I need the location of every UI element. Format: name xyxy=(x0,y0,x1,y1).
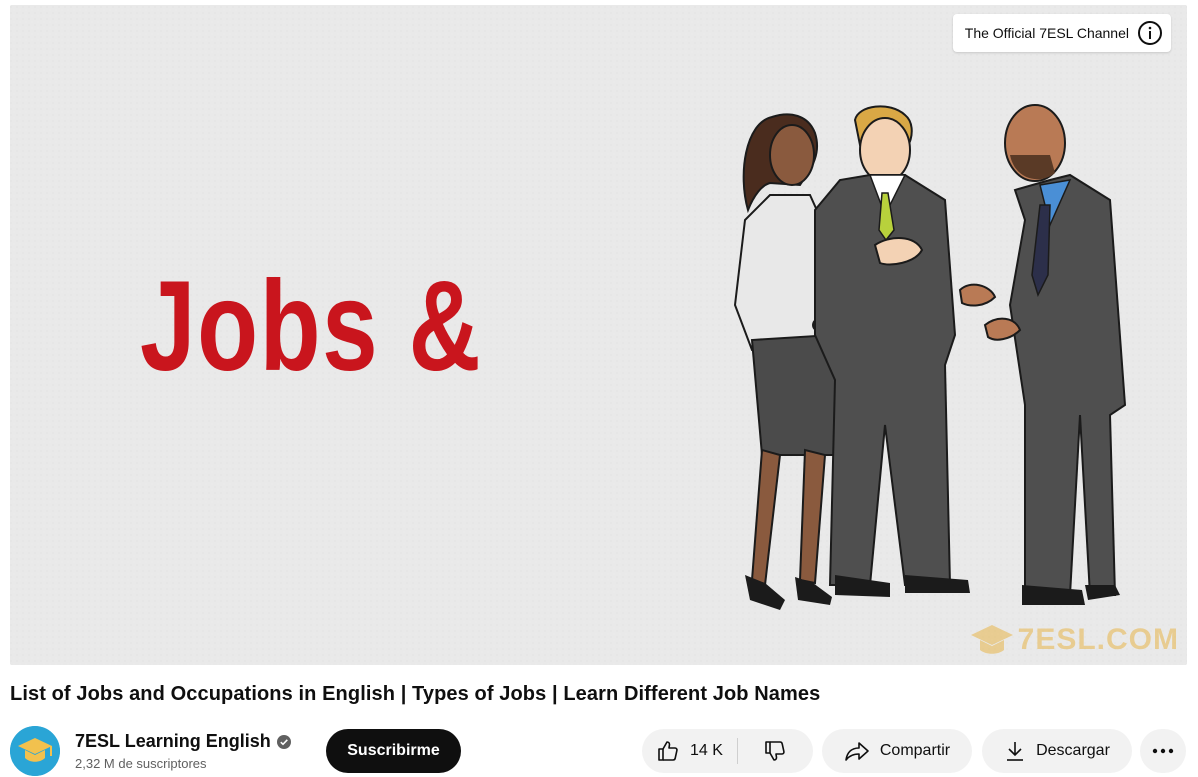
channel-owner-row: 7ESL Learning English 2,32 M de suscript… xyxy=(10,726,291,776)
video-title: List of Jobs and Occupations in English … xyxy=(10,683,821,705)
video-player[interactable]: Jobs & The Official 7ESL Channel 7ESL.CO… xyxy=(10,5,1187,665)
share-label: Compartir xyxy=(879,742,951,759)
info-icon[interactable] xyxy=(1137,20,1163,46)
download-button[interactable]: Descargar xyxy=(982,729,1132,773)
share-button[interactable]: Compartir xyxy=(822,729,972,773)
thumbs-up-icon xyxy=(656,739,680,763)
like-dislike-group: 14 K xyxy=(642,729,813,773)
channel-name-link[interactable]: 7ESL Learning English xyxy=(75,731,271,752)
watermark-text: 7ESL.COM xyxy=(1017,623,1179,656)
watermark: 7ESL.COM xyxy=(970,623,1179,657)
channel-name-row: 7ESL Learning English xyxy=(75,731,291,752)
check-circle-icon xyxy=(276,734,291,749)
graduation-cap-icon xyxy=(970,623,1014,657)
channel-card-chip[interactable]: The Official 7ESL Channel xyxy=(952,14,1171,52)
like-count: 14 K xyxy=(690,742,723,759)
video-frame-headline: Jobs & xyxy=(140,255,483,398)
download-label: Descargar xyxy=(1036,742,1110,759)
like-button[interactable]: 14 K xyxy=(642,729,737,773)
share-arrow-icon xyxy=(844,739,870,763)
more-actions-button[interactable] xyxy=(1140,729,1186,773)
avatar[interactable] xyxy=(10,726,60,776)
channel-info: 7ESL Learning English 2,32 M de suscript… xyxy=(75,731,291,771)
thumbs-down-icon xyxy=(763,739,787,763)
dislike-button[interactable] xyxy=(738,729,813,773)
video-watch-page: Jobs & The Official 7ESL Channel 7ESL.CO… xyxy=(0,0,1198,777)
more-horizontal-icon xyxy=(1152,748,1174,754)
download-icon xyxy=(1004,739,1026,763)
subscribe-button[interactable]: Suscribirme xyxy=(326,729,461,773)
card-chip-label: The Official 7ESL Channel xyxy=(964,25,1129,41)
subscriber-count: 2,32 M de suscriptores xyxy=(75,756,207,771)
graduation-cap-icon xyxy=(10,726,60,776)
